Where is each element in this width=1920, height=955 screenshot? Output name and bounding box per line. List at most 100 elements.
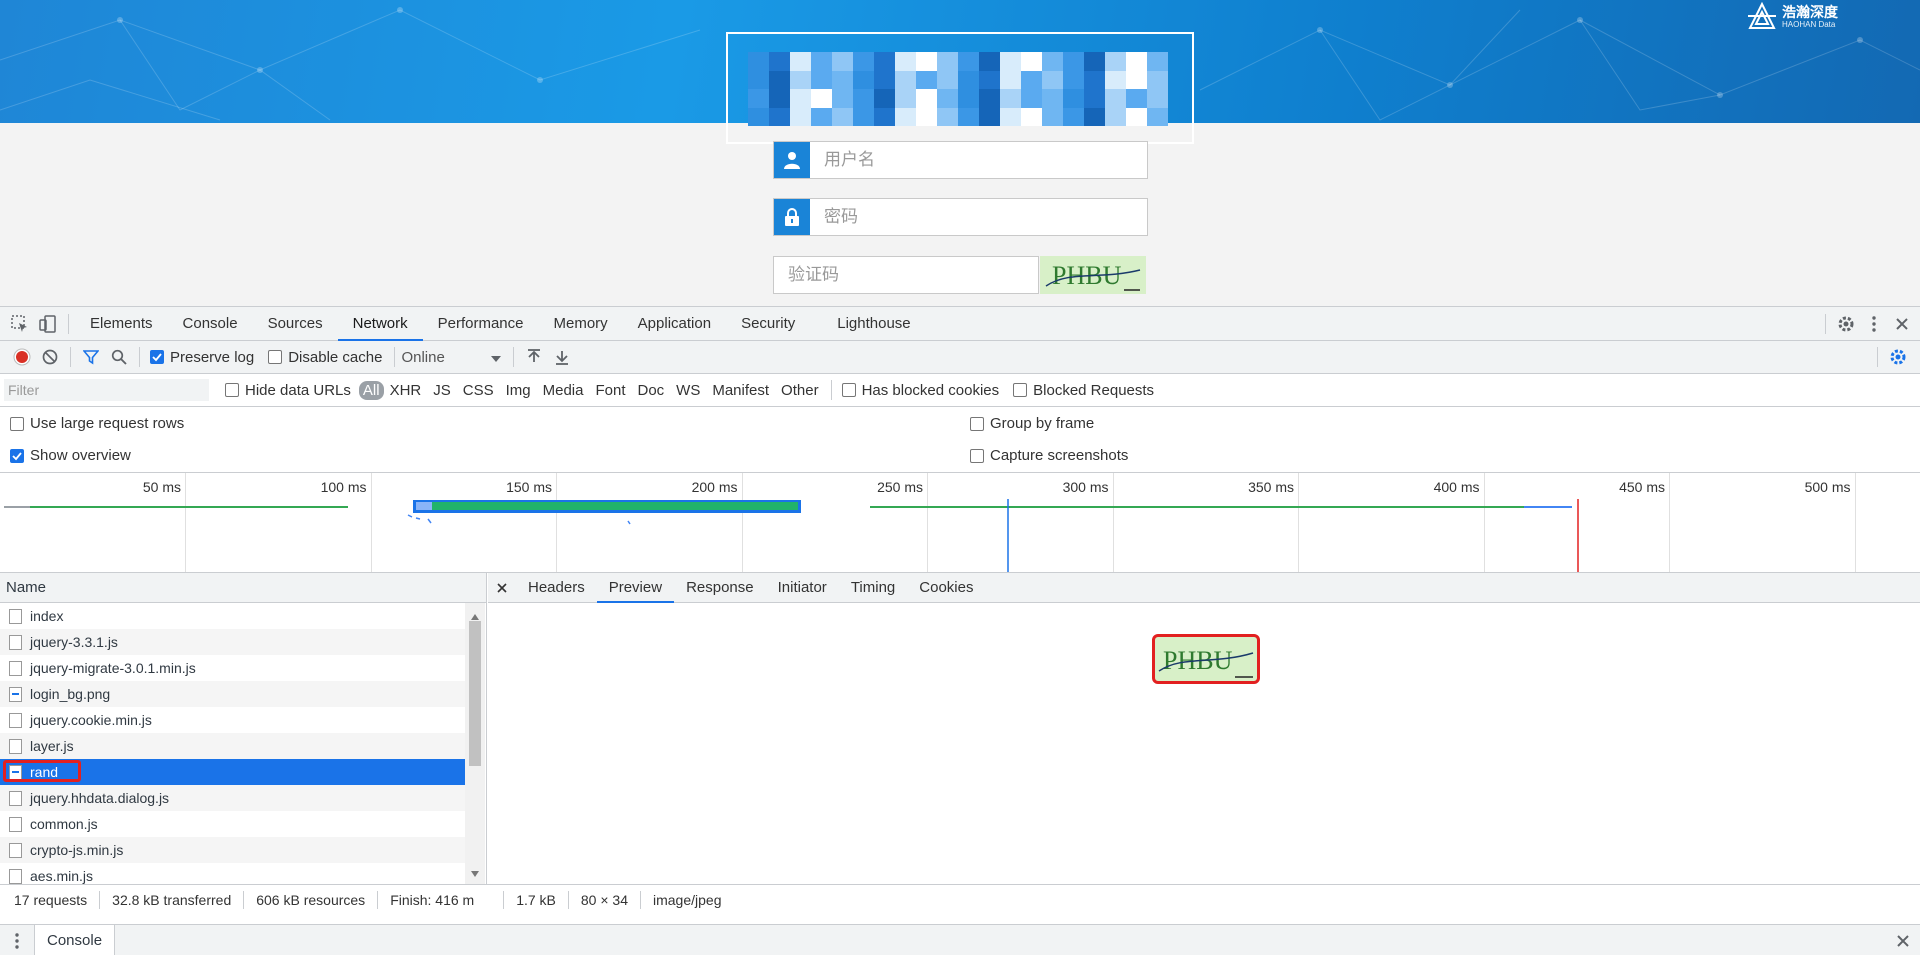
filter-type-css[interactable]: CSS — [457, 382, 500, 399]
detail-tab-response[interactable]: Response — [674, 573, 766, 603]
mosaic-cell — [1021, 52, 1042, 71]
filter-type-media[interactable]: Media — [537, 382, 590, 399]
detail-tab-cookies[interactable]: Cookies — [907, 573, 985, 603]
filter-type-other[interactable]: Other — [775, 382, 825, 399]
table-row[interactable]: aes.min.js — [0, 863, 465, 884]
table-row[interactable]: common.js — [0, 811, 465, 837]
brand-logo: 浩瀚深度 HAOHAN Data — [1746, 2, 1838, 32]
captcha-image[interactable]: PHBU — [1040, 256, 1146, 294]
device-toolbar-icon[interactable] — [34, 307, 62, 341]
mosaic-cell — [1000, 89, 1021, 108]
request-detail-panel: Headers Preview Response Initiator Timing Coo… — [488, 573, 1920, 884]
blocked-requests-checkbox[interactable]: Blocked Requests — [1013, 382, 1154, 399]
table-row[interactable]: jquery-migrate-3.0.1.min.js — [0, 655, 465, 681]
network-settings-gear-icon[interactable] — [1884, 340, 1912, 374]
filter-type-xhr[interactable]: XHR — [384, 382, 428, 399]
inspect-element-icon[interactable] — [6, 307, 34, 341]
group-by-frame-checkbox[interactable]: Group by frame — [970, 415, 1094, 432]
has-blocked-cookies-checkbox[interactable]: Has blocked cookies — [841, 382, 999, 399]
capture-screenshots-checkbox[interactable]: Capture screenshots — [970, 447, 1128, 464]
image-file-icon — [9, 687, 22, 702]
filter-type-manifest[interactable]: Manifest — [706, 382, 775, 399]
tab-security[interactable]: Security — [726, 307, 810, 341]
filter-type-ws[interactable]: WS — [670, 382, 706, 399]
filter-input[interactable] — [4, 379, 209, 401]
detail-tab-timing[interactable]: Timing — [839, 573, 907, 603]
mosaic-cell — [1042, 89, 1063, 108]
table-row[interactable]: index — [0, 603, 465, 629]
blocked-requests-label: Blocked Requests — [1033, 381, 1155, 399]
tab-elements[interactable]: Elements — [75, 307, 168, 341]
tab-console[interactable]: Console — [168, 307, 253, 341]
search-icon[interactable] — [105, 340, 133, 374]
settings-gear-icon[interactable] — [1832, 307, 1860, 341]
filter-type-img[interactable]: Img — [500, 382, 537, 399]
mosaic-cell — [937, 52, 958, 71]
group-by-frame-label: Group by frame — [990, 415, 1095, 432]
scrollbar-thumb[interactable] — [469, 621, 481, 766]
close-detail-icon[interactable] — [488, 573, 516, 603]
import-har-icon[interactable] — [520, 340, 548, 374]
table-row[interactable]: jquery-3.3.1.js — [0, 629, 465, 655]
tab-network[interactable]: Network — [337, 307, 423, 341]
more-options-icon[interactable] — [1860, 307, 1888, 341]
tab-performance[interactable]: Performance — [423, 307, 539, 341]
detail-tab-preview[interactable]: Preview — [596, 573, 675, 603]
tab-memory[interactable]: Memory — [539, 307, 623, 341]
mosaic-cell — [1063, 70, 1084, 89]
request-list-scrollbar[interactable] — [465, 603, 485, 884]
table-row[interactable]: layer.js — [0, 733, 465, 759]
mosaic-cell — [853, 89, 874, 108]
detail-tab-initiator[interactable]: Initiator — [766, 573, 839, 603]
filter-funnel-icon[interactable] — [77, 340, 105, 374]
mosaic-cell — [937, 70, 958, 89]
file-icon — [9, 869, 22, 884]
captcha-input[interactable] — [774, 257, 1038, 293]
table-row[interactable]: rand — [0, 759, 465, 785]
close-drawer-icon[interactable] — [1886, 934, 1920, 948]
name-column-label: Name — [6, 579, 47, 596]
table-row[interactable]: login_bg.png — [0, 681, 465, 707]
filter-type-doc[interactable]: Doc — [631, 382, 670, 399]
hide-data-urls-checkbox[interactable]: Hide data URLs — [225, 382, 351, 399]
mosaic-cell — [832, 89, 853, 108]
scroll-down-icon[interactable] — [471, 864, 479, 880]
mosaic-cell — [1084, 52, 1105, 71]
table-row[interactable]: jquery.cookie.min.js — [0, 707, 465, 733]
clear-icon[interactable] — [36, 340, 64, 374]
timeline-overview[interactable]: 50 ms 100 ms 150 ms 200 ms 250 ms 300 ms 350 m… — [0, 473, 1920, 573]
filter-type-font[interactable]: Font — [589, 382, 631, 399]
table-row[interactable]: jquery.hhdata.dialog.js — [0, 785, 465, 811]
toolbar-divider — [513, 347, 515, 367]
request-name: jquery-migrate-3.0.1.min.js — [30, 660, 196, 676]
mosaic-cell — [1126, 107, 1147, 126]
brand-name-cn: 浩瀚深度 — [1782, 4, 1838, 20]
mosaic-cell — [979, 107, 1000, 126]
devtools-tabbar: Elements Console Sources Network Performance… — [0, 307, 1920, 341]
tab-sources[interactable]: Sources — [253, 307, 338, 341]
filter-type-all[interactable]: All — [358, 380, 384, 400]
close-devtools-icon[interactable] — [1888, 307, 1916, 341]
throttling-select[interactable]: Online — [401, 349, 502, 366]
show-overview-checkbox[interactable]: Show overview — [10, 447, 131, 464]
drawer-menu-icon[interactable] — [0, 932, 34, 949]
password-input[interactable] — [810, 199, 1147, 235]
filter-type-js[interactable]: JS — [427, 382, 457, 399]
record-icon[interactable] — [8, 340, 36, 374]
mosaic-cell — [853, 107, 874, 126]
preserve-log-checkbox[interactable]: Preserve log — [150, 349, 254, 366]
disable-cache-checkbox[interactable]: Disable cache — [268, 349, 382, 366]
tab-lighthouse[interactable]: Lighthouse — [822, 307, 925, 341]
detail-tab-headers[interactable]: Headers — [516, 573, 597, 603]
username-input[interactable] — [810, 142, 1147, 178]
export-har-icon[interactable] — [548, 340, 576, 374]
hide-data-urls-label: Hide data URLs — [245, 381, 351, 399]
preserve-log-label: Preserve log — [170, 348, 255, 366]
drawer-tab-console[interactable]: Console — [34, 924, 116, 955]
large-rows-checkbox[interactable]: Use large request rows — [10, 415, 184, 432]
mosaic-cell — [853, 70, 874, 89]
tab-application[interactable]: Application — [623, 307, 726, 341]
name-column-header[interactable]: Name — [0, 573, 486, 603]
mosaic-cell — [1063, 89, 1084, 108]
table-row[interactable]: crypto-js.min.js — [0, 837, 465, 863]
